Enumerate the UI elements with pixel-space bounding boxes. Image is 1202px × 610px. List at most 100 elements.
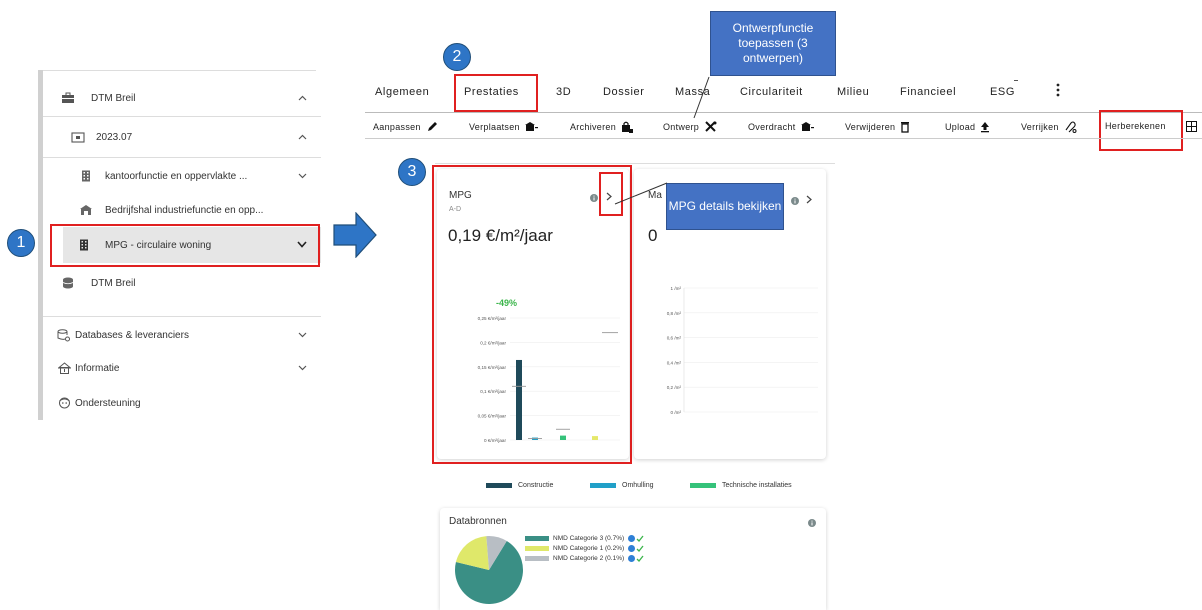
sidebar-item-label: Ondersteuning [75,397,141,409]
chevron-up-icon[interactable] [298,132,307,143]
toolbar-label: Upload [945,122,976,132]
tab-esg[interactable]: ESG [990,86,1015,98]
legend-omhulling: Omhulling [590,482,654,489]
sidebar-item-dtm-breil-database[interactable]: DTM Breil [43,265,321,301]
tab-financieel[interactable]: Financieel [900,86,956,98]
databronnen-item-cat1: NMD Categorie 1 (0.2%) [525,545,644,552]
step-badge-1: 1 [7,229,35,257]
toolbar-verwijderen[interactable]: Verwijderen [845,121,910,133]
databronnen-title: Databronnen [449,516,507,527]
databronnen-pie-chart [455,536,523,604]
toolbar-verrijken[interactable]: Verrijken [1021,121,1077,133]
sidebar-item-dtm-breil[interactable]: DTM Breil [43,80,321,116]
sidebar-item-label: DTM Breil [91,92,136,104]
arrow-right-icon [333,212,377,258]
toolbar-overdracht[interactable]: Overdracht [748,121,814,132]
sidebar-item-label: Bedrijfshal industriefunctie en opp... [105,204,264,216]
verified-icon [628,555,644,562]
toolbar-verplaatsen[interactable]: Verplaatsen [469,121,538,132]
tab-milieu[interactable]: Milieu [837,86,869,98]
sidebar-item-bedrijfshal[interactable]: Bedrijfshal industriefunctie en opp... [43,192,321,228]
toolbar-label: Verrijken [1021,122,1059,132]
legend-label: NMD Categorie 2 (0.1%) [553,555,625,562]
sidebar-item-label: Databases & leveranciers [75,329,189,341]
toolbar-archiveren[interactable]: Archiveren [570,121,634,133]
home-info-icon [57,362,71,374]
second-bar-chart: 1 /m² 0,8 /m² 0,6 /m² 0,4 /m² 0,2 /m² 0 /m² [667,286,818,415]
content-divider [435,163,835,164]
chevron-up-icon[interactable] [298,93,307,104]
archive-lock-icon [622,121,634,133]
tab-circulariteit[interactable]: Circulariteit [740,86,803,98]
callout-pointer-line [614,182,668,205]
support-icon [57,397,71,409]
tools-icon [705,121,717,132]
y-tick-label: 1 /m² [671,286,682,291]
legend-label: NMD Categorie 1 (0.2%) [553,545,625,552]
y-tick-label: 0,6 /m² [667,336,682,341]
building-icon [79,170,93,182]
toolbar-label: Aanpassen [373,122,421,132]
callout-pointer-line [693,76,710,119]
transfer-building-icon [800,122,814,131]
esg-mark [1014,80,1018,81]
legend-swatch [690,483,716,488]
databronnen-item-cat3: NMD Categorie 3 (0.7%) [525,535,644,542]
legend-label: Omhulling [622,482,654,489]
toolbar-upload[interactable]: Upload [945,121,990,133]
sidebar-item-informatie[interactable]: Informatie [43,350,321,386]
info-icon[interactable] [808,514,816,532]
y-tick-label: 0,2 /m² [667,385,682,390]
toolbar-divider [365,138,1202,139]
toolbar-label: Archiveren [570,122,617,132]
chevron-down-icon[interactable] [298,363,307,374]
more-vertical-icon[interactable] [1056,83,1060,97]
callout-ontwerpfunctie: Ontwerpfunctie toepassen (3 ontwerpen) [710,11,836,76]
tabs-divider [365,112,1202,113]
warehouse-icon [79,204,93,216]
chevron-right-icon[interactable] [806,191,812,209]
sidebar-item-kantoorfunctie[interactable]: kantoorfunctie en oppervlakte ... [43,158,321,194]
info-icon[interactable] [791,192,799,210]
highlight-herberekenen [1099,110,1183,151]
toolbar-label: Verplaatsen [469,121,520,132]
legend-swatch [525,556,549,561]
legend-label: Constructie [518,482,554,489]
toolbar-aanpassen[interactable]: Aanpassen [373,121,438,133]
upload-icon [981,122,990,133]
sidebar-item-databases-leveranciers[interactable]: Databases & leveranciers [43,317,321,353]
verified-icon [628,545,644,552]
tab-algemeen[interactable]: Algemeen [375,86,429,98]
callout-mpg-details: MPG details bekijken [666,183,784,230]
tab-3d[interactable]: 3D [556,86,571,98]
legend-constructie: Constructie [486,482,553,489]
toolbar-ontwerp[interactable]: Ontwerp [663,121,718,133]
sidebar-item-2023-07[interactable]: 2023.07 [43,119,321,155]
sidebar-item-ondersteuning[interactable]: Ondersteuning [43,385,321,421]
step-badge-2: 2 [443,43,471,71]
toolbar-label: Overdracht [748,121,796,132]
chevron-down-icon[interactable] [298,330,307,341]
trash-icon [901,122,910,133]
databronnen-item-cat2: NMD Categorie 2 (0.1%) [525,555,644,562]
divider [43,116,321,117]
toolbar-label: Verwijderen [845,122,896,132]
enrich-icon [1065,121,1077,133]
chevron-down-icon[interactable] [298,171,307,182]
step-badge-3: 3 [398,158,426,186]
legend-technische-installaties: Technische installaties [690,482,792,489]
highlight-tab-prestaties [454,74,538,112]
highlight-mpg-card [432,165,632,464]
y-tick-label: 0,8 /m² [667,311,682,316]
tab-dossier[interactable]: Dossier [603,86,645,98]
verified-icon [628,535,644,542]
legend-label: NMD Categorie 3 (0.7%) [553,535,625,542]
highlight-sidebar-mpg [50,224,320,267]
legend-swatch [525,536,549,541]
sidebar-item-label: kantoorfunctie en oppervlakte ... [105,170,248,182]
legend-label: Technische installaties [722,482,792,489]
pencil-icon [427,122,437,131]
calculator-icon[interactable] [1186,121,1197,132]
legend-swatch [525,546,549,551]
legend-swatch [590,483,616,488]
